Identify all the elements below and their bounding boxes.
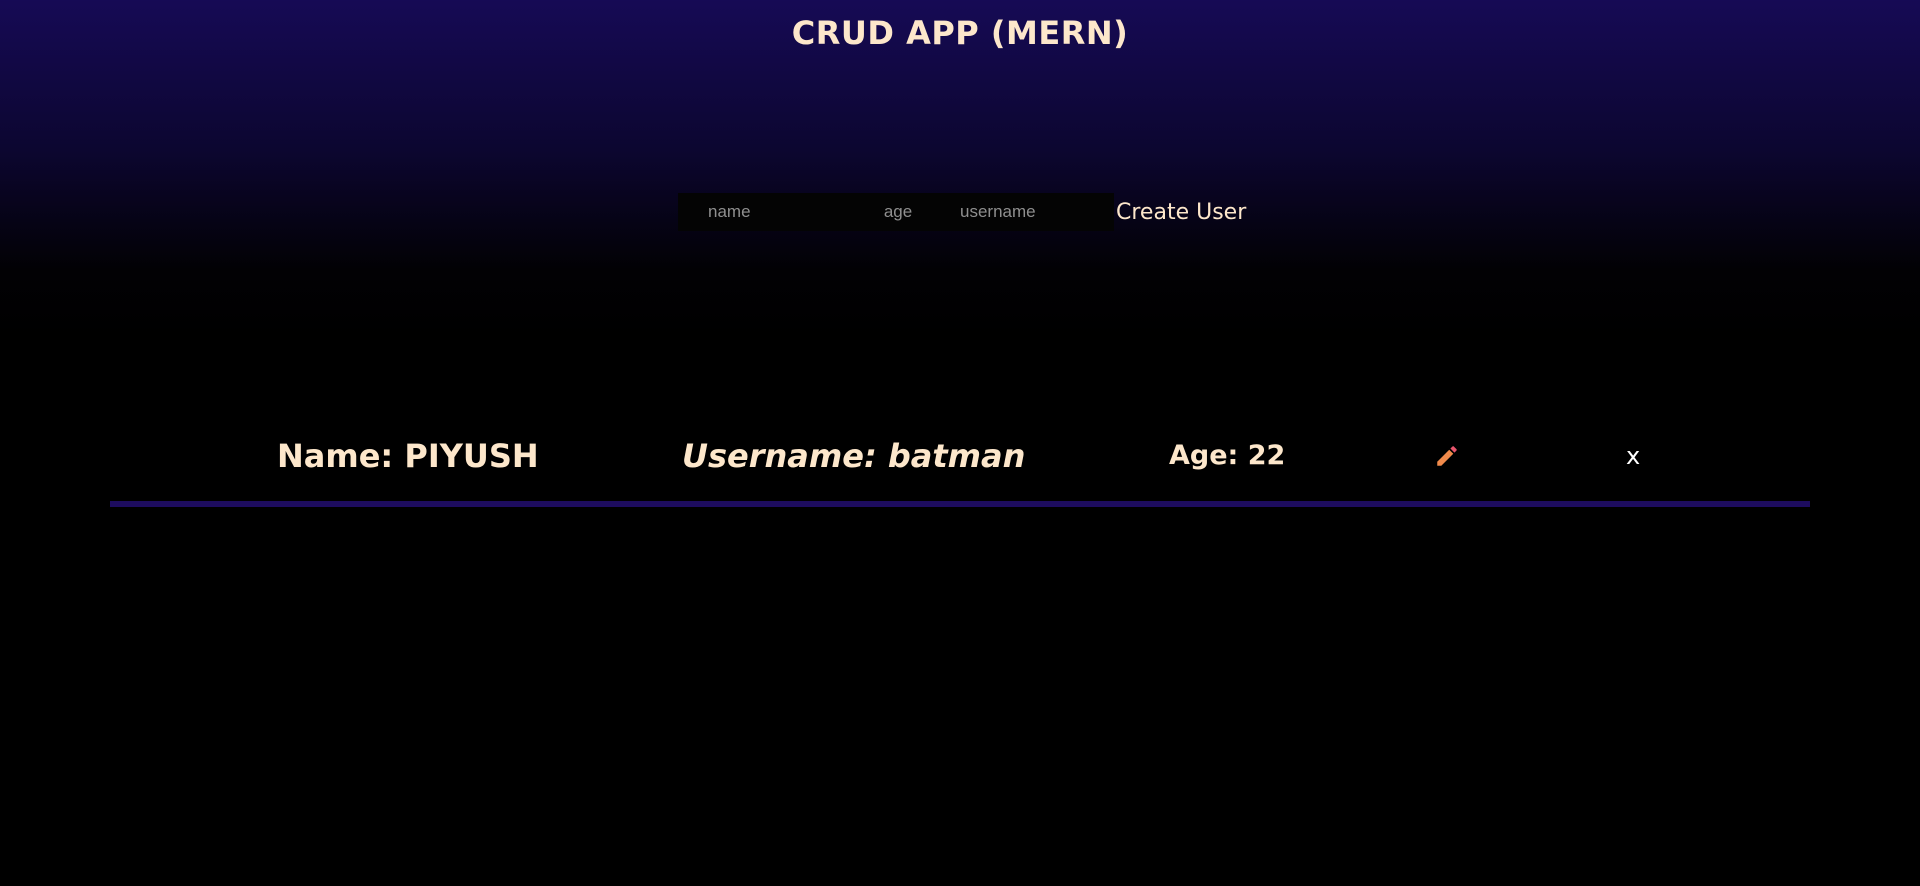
user-row: Name: PIYUSH Username: batman Age: 22 x: [110, 432, 1810, 480]
edit-user-button[interactable]: [1434, 443, 1460, 469]
create-user-button[interactable]: Create User: [1114, 193, 1248, 231]
user-username: Username: batman: [682, 437, 1026, 475]
pencil-icon: [1437, 446, 1457, 466]
username-input[interactable]: [942, 193, 1114, 231]
age-input[interactable]: [854, 193, 942, 231]
row-divider: [110, 501, 1810, 507]
app-title: CRUD APP (MERN): [791, 14, 1129, 52]
create-user-form: Create User: [678, 193, 1248, 231]
user-age: Age: 22: [1169, 440, 1286, 471]
delete-user-button[interactable]: x: [1622, 432, 1644, 480]
name-input[interactable]: [678, 193, 854, 231]
user-name: Name: PIYUSH: [277, 437, 539, 475]
